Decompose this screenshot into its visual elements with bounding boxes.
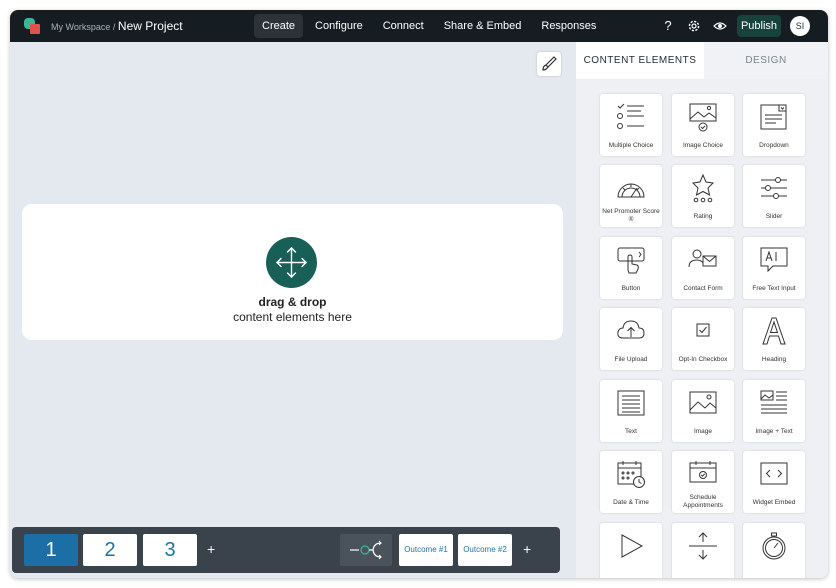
outcome-tab-2[interactable]: Outcome #2 [458,534,512,566]
element-label: File Upload [614,356,648,363]
slider-icon [761,177,787,199]
element-rating[interactable]: Rating [672,165,734,227]
element-free-text-input[interactable]: Free Text Input [743,237,805,299]
text-input-icon [760,247,788,273]
element-label: Image Choice [682,142,724,149]
outcome-logic-button[interactable] [340,534,392,566]
drop-zone-title: drag & drop [258,295,327,309]
stopwatch-icon [762,532,786,560]
add-outcome-button[interactable]: + [523,540,531,558]
top-bar: My Workspace / New Project Create Config… [10,10,828,42]
element-label: Button [621,285,641,292]
element-image[interactable]: Image [672,380,734,442]
element-multiple-choice[interactable]: Multiple Choice [600,94,662,156]
tab-configure[interactable]: Configure [307,14,371,38]
elements-panel: CONTENT ELEMENTS DESIGN Multiple Choice … [576,42,828,578]
element-image-choice[interactable]: Image Choice [672,94,734,156]
element-slider[interactable]: Slider [743,165,805,227]
element-file-upload[interactable]: File Upload [600,308,662,370]
checkbox-icon [696,323,710,337]
element-label: Date & Time [613,499,649,506]
star-rating-icon [691,173,715,203]
drop-zone-subtitle: content elements here [233,310,352,324]
dropdown-icon [760,104,787,130]
element-label: Slider [765,213,783,220]
text-block-icon [617,390,645,416]
element-label: Dropdown [759,142,789,149]
page-tab-1[interactable]: 1 [24,534,78,566]
element-opt-in-checkbox[interactable]: Opt-In Checkbox [672,308,734,370]
paintbrush-icon [542,56,557,71]
play-icon [621,534,644,558]
image-icon [689,391,717,414]
element-label: Multiple Choice [608,142,654,149]
tab-connect[interactable]: Connect [375,14,432,38]
preview-eye-icon[interactable] [713,19,727,33]
element-net-promoter-score[interactable]: Net Promoter Score ® [600,165,662,227]
gauge-icon [617,183,645,198]
element-label: Net Promoter Score ® [602,208,660,223]
spacer-icon [689,532,717,560]
calendar-check-icon [689,461,717,483]
element-spacer[interactable] [672,523,734,578]
element-button[interactable]: Button [600,237,662,299]
element-label: Rating [693,213,713,220]
outcome-tab-1[interactable]: Outcome #1 [399,534,453,566]
image-text-icon [760,390,787,414]
multiple-choice-icon [617,103,644,129]
element-schedule-appointments[interactable]: Schedule Appointments [672,451,734,513]
main-nav: Create Configure Connect Share & Embed R… [254,14,608,38]
tab-share-embed[interactable]: Share & Embed [436,14,530,38]
element-dropdown[interactable]: Dropdown [743,94,805,156]
element-text[interactable]: Text [600,380,662,442]
breadcrumb: My Workspace / New Project [51,19,183,33]
element-widget-embed[interactable]: Widget Embed [743,451,805,513]
elements-grid: Multiple Choice Image Choice Dropdown Ne… [576,79,828,578]
tab-create[interactable]: Create [254,14,304,38]
element-label: Opt-In Checkbox [678,356,728,363]
element-label: Contact Form [683,285,723,292]
tab-design[interactable]: DESIGN [704,42,828,79]
element-label: Image [693,428,713,435]
theme-brush-button[interactable] [537,52,561,76]
drag-move-icon [266,237,317,288]
settings-gear-icon[interactable] [687,19,701,33]
element-video[interactable] [600,523,662,578]
app-window: My Workspace / New Project Create Config… [10,10,828,578]
cloud-upload-icon [617,320,645,339]
element-timer[interactable] [743,523,805,578]
element-label: Text [625,428,637,435]
drop-zone[interactable]: drag & drop content elements here [22,204,563,340]
tab-content-elements[interactable]: CONTENT ELEMENTS [576,42,704,79]
app-logo-icon[interactable] [23,17,41,35]
element-contact-form[interactable]: Contact Form [672,237,734,299]
publish-button[interactable]: Publish [737,15,781,37]
add-page-button[interactable]: + [207,540,215,558]
element-label: Heading [761,356,787,363]
project-title[interactable]: New Project [118,19,183,33]
page-tab-2[interactable]: 2 [83,534,137,566]
element-label: Schedule Appointments [683,494,723,509]
breadcrumb-separator: / [112,22,116,32]
element-label: Widget Embed [752,499,796,506]
element-label: Image + Text [755,428,793,435]
breadcrumb-workspace[interactable]: My Workspace [51,22,110,32]
element-heading[interactable]: Heading [743,308,805,370]
page-tab-3[interactable]: 3 [143,534,197,566]
calendar-clock-icon [617,461,645,488]
page-bar: 1 2 3 + Outcome #1 Outcome #2 + [12,527,560,573]
contact-form-icon [688,249,717,268]
branch-logic-icon [350,540,382,560]
code-embed-icon [760,462,788,485]
user-avatar[interactable]: SI [790,16,810,36]
button-click-icon [617,247,645,274]
element-label: Free Text Input [752,285,796,292]
element-date-time[interactable]: Date & Time [600,451,662,513]
heading-letter-icon [762,317,786,345]
help-icon[interactable]: ? [661,19,675,33]
element-image-text[interactable]: Image + Text [743,380,805,442]
image-choice-icon [689,103,717,132]
tab-responses[interactable]: Responses [533,14,604,38]
